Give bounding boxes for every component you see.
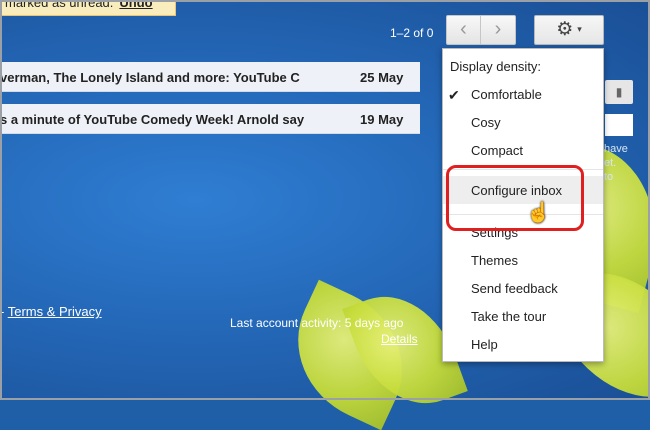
undo-toast: marked as unread. Undo bbox=[0, 0, 176, 16]
page-count: 1–2 of 0 bbox=[390, 26, 434, 40]
next-page-button[interactable]: › bbox=[481, 15, 516, 45]
side-text-line: to bbox=[604, 171, 614, 183]
menu-item-themes[interactable]: Themes bbox=[471, 253, 518, 268]
chevron-left-icon: ‹ bbox=[460, 18, 467, 40]
prev-page-button[interactable]: ‹ bbox=[446, 15, 481, 45]
checkmark-icon: ✔ bbox=[448, 87, 460, 103]
email-row[interactable]: verman, The Lonely Island and more: YouT… bbox=[0, 62, 420, 92]
video-call-icon[interactable]: ▮ bbox=[605, 80, 633, 104]
side-text-line: have bbox=[604, 143, 628, 155]
highlight-annotation bbox=[446, 165, 584, 231]
gear-icon: ⚙ bbox=[556, 19, 574, 40]
email-subject: verman, The Lonely Island and more: YouT… bbox=[0, 70, 300, 85]
hand-cursor-icon: ☝ bbox=[526, 202, 551, 224]
menu-item-help[interactable]: Help bbox=[471, 337, 498, 352]
settings-gear-button[interactable]: ⚙ ▾ bbox=[534, 15, 604, 45]
side-text-line: et. bbox=[604, 157, 617, 169]
last-activity-text: Last account activity: 5 days ago bbox=[230, 316, 404, 330]
email-row[interactable]: s a minute of YouTube Comedy Week! Arnol… bbox=[0, 104, 420, 134]
chevron-right-icon: › bbox=[494, 18, 502, 40]
menu-item-comfortable[interactable]: Comfortable bbox=[471, 87, 542, 102]
menu-item-compact[interactable]: Compact bbox=[471, 143, 523, 158]
menu-item-cosy[interactable]: Cosy bbox=[471, 115, 501, 130]
chat-search-box[interactable] bbox=[605, 114, 633, 136]
chat-side-text: have et. to bbox=[604, 142, 628, 184]
menu-item-take-the-tour[interactable]: Take the tour bbox=[471, 309, 546, 324]
footer-terms: - Terms & Privacy bbox=[0, 304, 102, 319]
details-link[interactable]: Details bbox=[381, 332, 418, 346]
display-density-header: Display density: bbox=[450, 59, 542, 74]
caret-down-icon: ▾ bbox=[577, 24, 582, 34]
email-date: 19 May bbox=[360, 112, 404, 127]
terms-privacy-link[interactable]: Terms & Privacy bbox=[8, 304, 102, 319]
footer-terms-prefix: - bbox=[0, 304, 8, 319]
email-subject: s a minute of YouTube Comedy Week! Arnol… bbox=[0, 112, 305, 127]
email-date: 25 May bbox=[360, 70, 404, 85]
toast-message: marked as unread. bbox=[5, 0, 114, 10]
undo-link[interactable]: Undo bbox=[119, 0, 152, 10]
menu-item-send-feedback[interactable]: Send feedback bbox=[471, 281, 558, 296]
